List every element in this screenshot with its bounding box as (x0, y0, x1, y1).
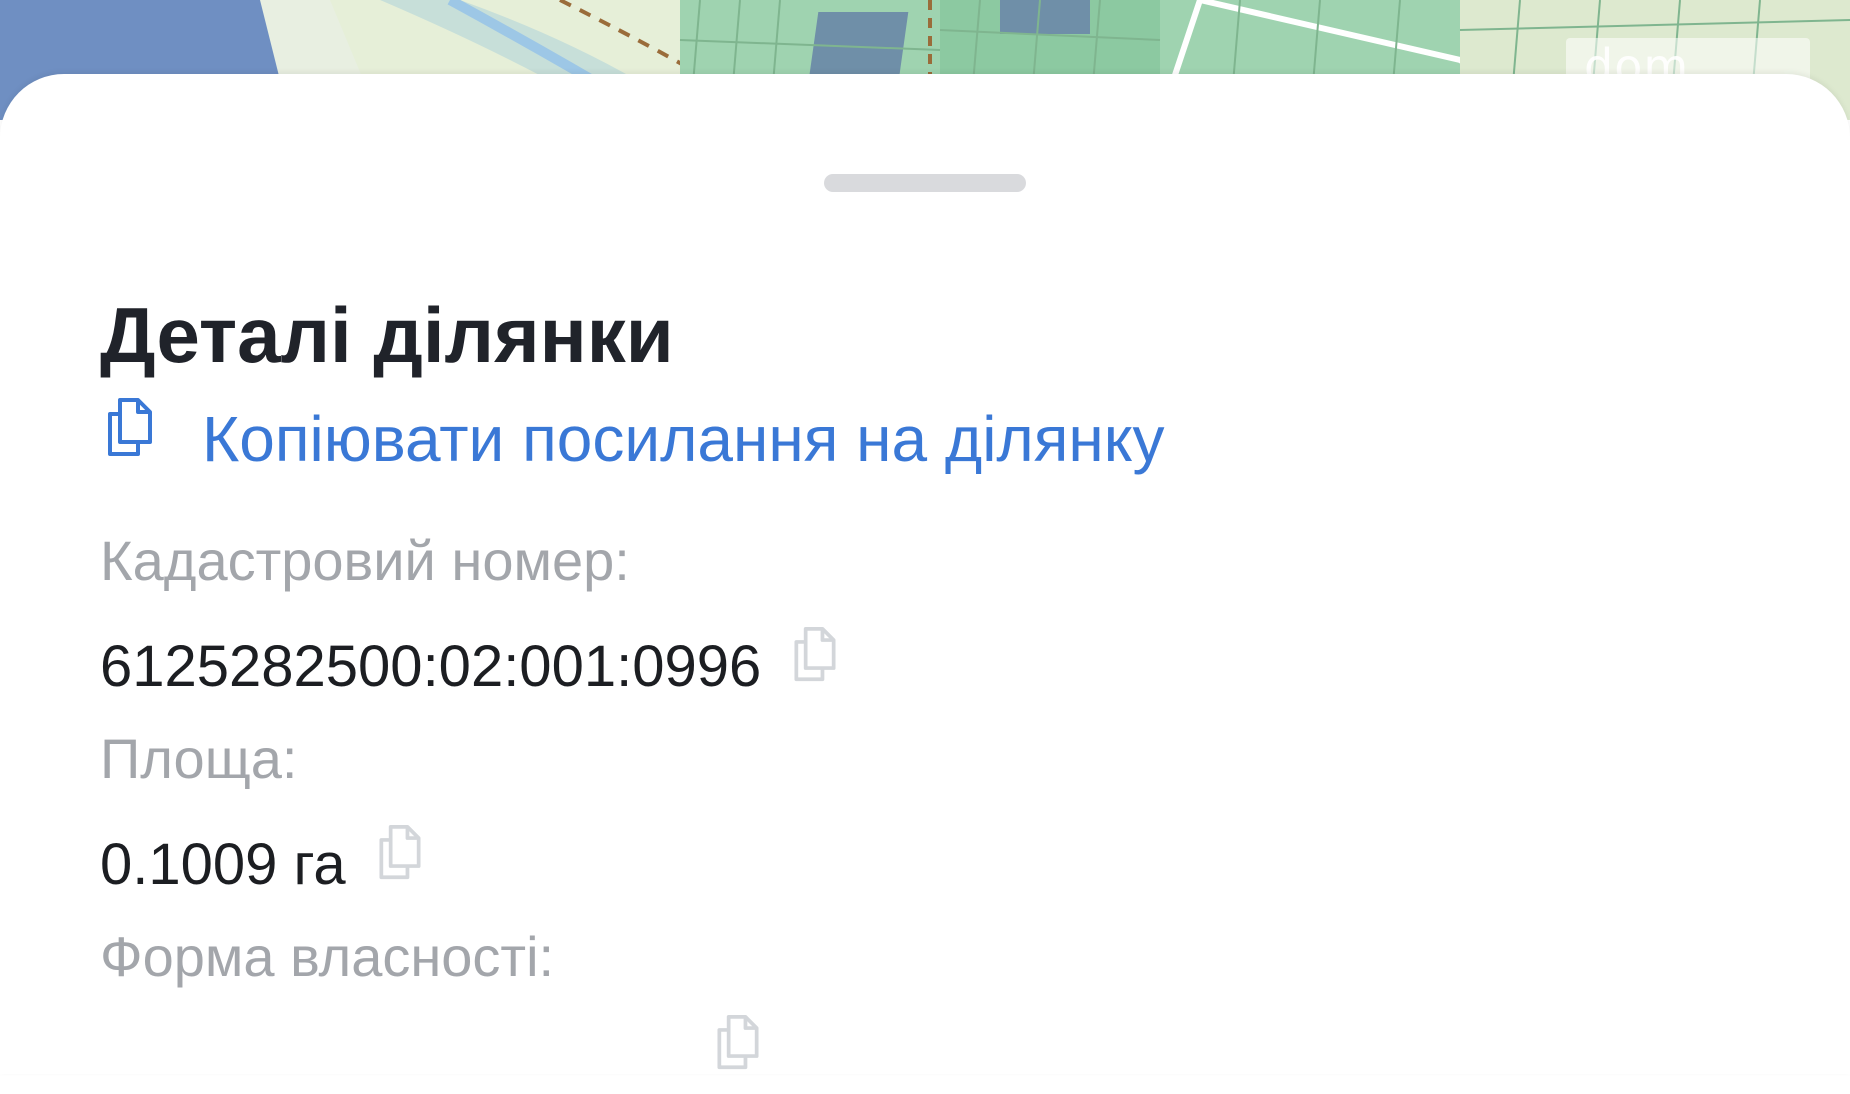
cadastral-number-value: 6125282500:02:001:0996 (100, 633, 762, 699)
ownership-form-label: Форма власності: (100, 925, 555, 988)
copy-icon (100, 396, 160, 460)
area-value: 0.1009 га (100, 831, 346, 897)
ownership-form-row (100, 1014, 766, 1094)
area-label: Площа: (100, 727, 298, 790)
cadastral-number-row: 6125282500:02:001:0996 (100, 626, 843, 706)
area-row: 0.1009 га (100, 824, 428, 904)
copy-icon[interactable] (787, 623, 843, 687)
sheet-drag-handle[interactable] (824, 174, 1026, 192)
copy-icon[interactable] (710, 1011, 766, 1075)
parcel-details-sheet: Деталі ділянки Копіювати посилання на ді… (0, 74, 1850, 1074)
copy-parcel-link-label: Копіювати посилання на ділянку (202, 403, 1165, 475)
copy-parcel-link-button[interactable]: Копіювати посилання на ділянку (100, 394, 1164, 484)
cadastral-number-label: Кадастровий номер: (100, 529, 630, 592)
copy-icon[interactable] (372, 821, 428, 885)
sheet-title: Деталі ділянки (100, 291, 674, 379)
